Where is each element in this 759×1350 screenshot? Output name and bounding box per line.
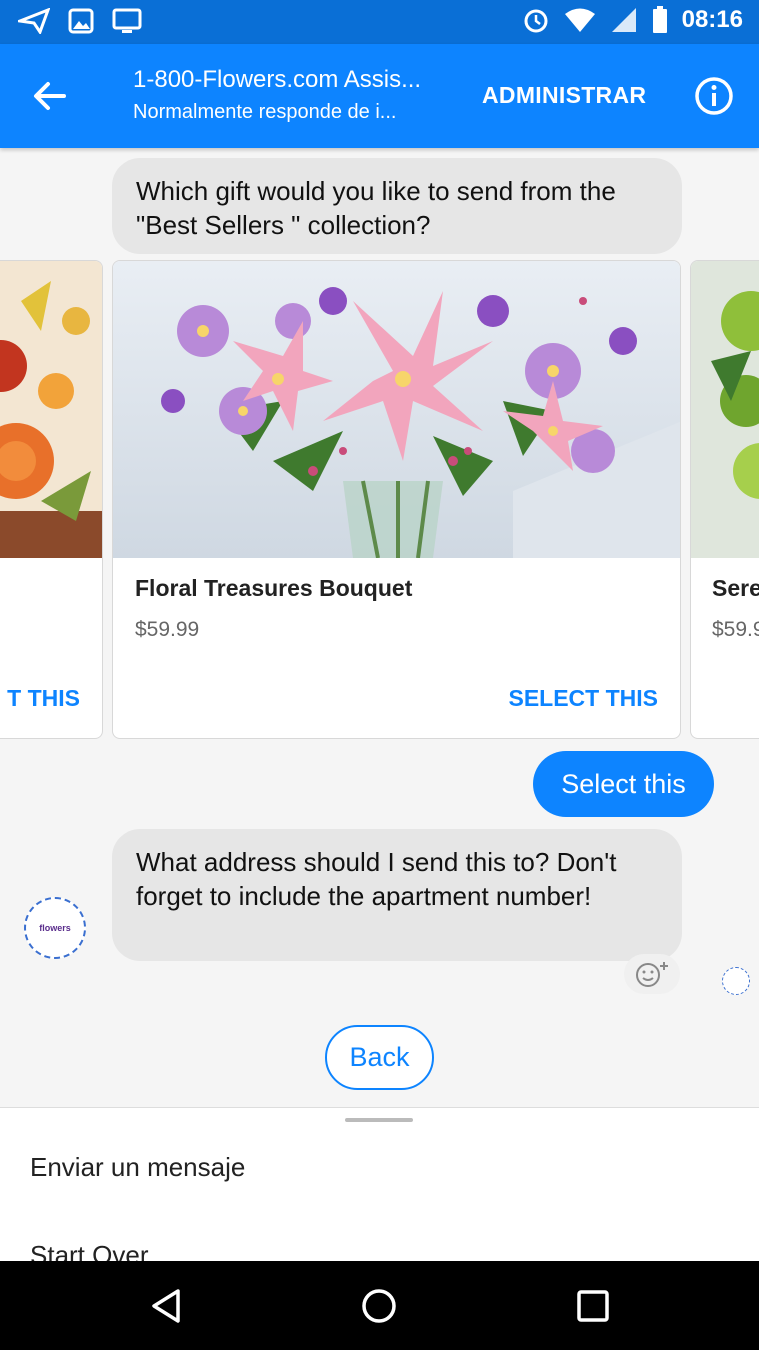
bot-message-gift-question: Which gift would you like to send from t… [112,158,682,254]
user-message-select-this: Select this [533,751,714,817]
system-nav-bar [0,1261,759,1350]
cast-icon [112,8,142,34]
product-title: Floral Treasures Bouquet [135,575,413,601]
nav-home-icon[interactable] [356,1283,402,1329]
bot-avatar[interactable]: flowers [24,897,86,959]
nav-recents-icon[interactable] [570,1283,616,1329]
signal-icon [610,6,638,34]
back-arrow-icon[interactable] [30,78,70,114]
select-this-button-left[interactable]: T THIS [7,685,80,712]
product-image-roses [0,261,102,558]
battery-icon [652,6,668,34]
seen-avatar [722,967,750,995]
select-this-button[interactable]: SELECT THIS [508,685,658,712]
product-image-bouquet [113,261,680,558]
image-icon [68,8,94,34]
alarm-icon [522,6,550,34]
menu-item-send-message[interactable]: Enviar un mensaje [30,1152,245,1183]
conversation-title[interactable]: 1-800-Flowers.com Assis... [133,66,433,94]
product-image-green [691,261,759,558]
avatar-logo-text: flowers [39,923,71,933]
product-title-right: Sere [712,575,759,601]
info-icon[interactable] [694,76,734,116]
send-icon [18,8,50,34]
clock-time: 08:16 [681,6,743,33]
persistent-menu: Enviar un mensaje Start Over [0,1107,759,1261]
nav-back-icon[interactable] [144,1283,190,1329]
add-reaction-icon[interactable] [624,954,680,994]
bot-message-address-question: What address should I send this to? Don'… [112,829,682,961]
conversation-subtitle: Normalmente responde de i... [133,101,397,123]
product-card-floral-treasures[interactable]: Floral Treasures Bouquet $59.99 SELECT T… [112,260,681,739]
status-bar: 08:16 [0,0,759,44]
product-card-left[interactable]: T THIS [0,260,103,739]
manage-button[interactable]: ADMINISTRAR [482,82,646,109]
quick-reply-back[interactable]: Back [325,1025,434,1090]
menu-item-start-over[interactable]: Start Over [30,1240,148,1261]
product-price-right: $59.9 [712,618,759,641]
sheet-drag-handle[interactable] [345,1118,413,1122]
wifi-icon [564,7,596,33]
product-card-right[interactable]: Sere $59.9 [690,260,759,739]
conversation-header: 1-800-Flowers.com Assis... Normalmente r… [0,44,759,148]
product-price: $59.99 [135,618,200,641]
